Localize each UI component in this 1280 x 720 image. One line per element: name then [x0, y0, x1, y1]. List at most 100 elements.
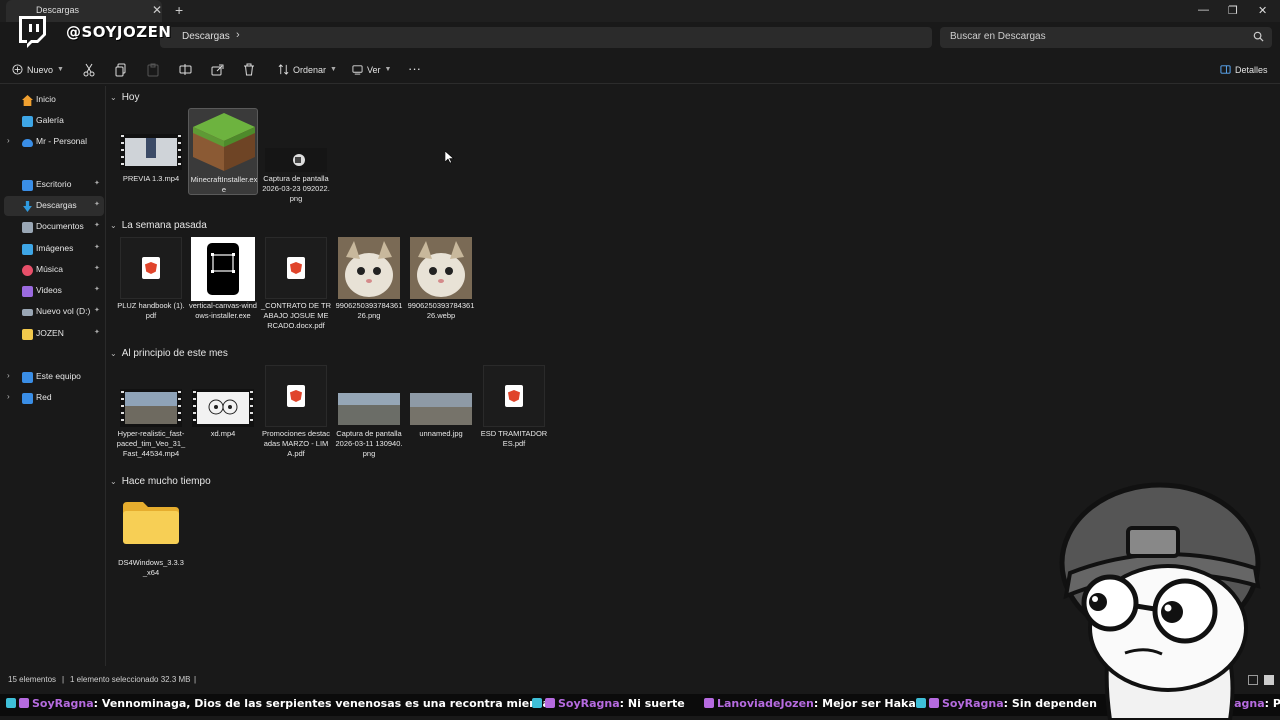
- file-name: ESD TRAMITADORES.pdf: [480, 429, 548, 448]
- chevron-down-icon[interactable]: ⌄: [110, 349, 117, 358]
- chevron-right-icon[interactable]: ›: [7, 392, 10, 401]
- file-name: xd.mp4: [210, 429, 236, 438]
- document-icon: [22, 222, 33, 233]
- pdf-icon: [479, 365, 549, 427]
- file-item[interactable]: PREVIA 1.3.mp4: [116, 108, 186, 194]
- sidebar-item-escritorio[interactable]: Escritorio ✦: [4, 175, 104, 195]
- search-input[interactable]: Buscar en Descargas: [950, 31, 1046, 42]
- chat-colon: :: [93, 697, 99, 710]
- sidebar-item-label: Galería: [36, 115, 64, 125]
- file-item[interactable]: vertical-canvas-windows-installer.exe: [188, 237, 258, 333]
- minimize-button[interactable]: —: [1198, 4, 1209, 16]
- new-button[interactable]: Nuevo ▼: [12, 64, 64, 75]
- chevron-down-icon[interactable]: ⌄: [110, 93, 117, 102]
- breadcrumb-descargas[interactable]: Descargas: [182, 31, 230, 42]
- pin-icon: ✦: [94, 265, 100, 272]
- sidebar-item-mr-personal[interactable]: › Mr - Personal: [4, 132, 104, 152]
- sub-badge-icon: [532, 698, 542, 708]
- sidebar-item-documentos[interactable]: Documentos ✦: [4, 217, 104, 237]
- group-header-hoy[interactable]: ⌄ Hoy: [110, 92, 140, 103]
- delete-icon[interactable]: [243, 63, 257, 77]
- command-bar: Nuevo ▼ Ordenar ▼ Ver ▼ ··· Detalles: [0, 58, 1280, 84]
- status-separator: |: [62, 675, 65, 684]
- sidebar-item-videos[interactable]: Videos ✦: [4, 281, 104, 301]
- file-name: 990625039378436126.png: [335, 301, 403, 320]
- group-title: Hoy: [121, 92, 140, 103]
- navigation-pane: Inicio Galería › Mr - Personal Escritori…: [0, 86, 106, 666]
- file-item[interactable]: MinecraftInstaller.exe: [188, 108, 258, 195]
- file-item[interactable]: unnamed.jpg: [406, 365, 476, 451]
- pin-icon: ✦: [94, 329, 100, 336]
- group-header-antiguo[interactable]: ⌄ Hace mucho tiempo: [110, 476, 211, 487]
- file-item[interactable]: Hyper-realistic_fast-paced_tim_Veo_31_Fa…: [116, 365, 186, 471]
- maximize-button[interactable]: ❐: [1228, 4, 1238, 17]
- group-title: Al principio de este mes: [121, 348, 228, 359]
- sidebar-item-label: Este equipo: [36, 371, 81, 381]
- breadcrumb-chevron-icon[interactable]: ›: [236, 29, 240, 41]
- close-button[interactable]: ✕: [1258, 4, 1267, 17]
- chat-message: SoyRagna: Vennominaga, Dios de las serpi…: [6, 697, 550, 710]
- paste-icon[interactable]: [147, 63, 161, 77]
- sidebar-item-red[interactable]: › Red: [4, 388, 104, 408]
- copy-icon[interactable]: [115, 63, 129, 77]
- file-item[interactable]: Captura de pantalla 2026-03-11 130940.pn…: [334, 365, 404, 471]
- chevron-down-icon: ▼: [57, 66, 64, 73]
- sidebar-item-inicio[interactable]: Inicio: [4, 90, 104, 110]
- more-options-button[interactable]: ···: [408, 61, 421, 76]
- file-item[interactable]: 990625039378436126.webp: [406, 237, 476, 323]
- file-item[interactable]: 990625039378436126.png: [334, 237, 404, 323]
- file-name: vertical-canvas-windows-installer.exe: [189, 301, 257, 320]
- pin-icon: ✦: [94, 286, 100, 293]
- sort-icon: [278, 64, 289, 75]
- group-header-mes[interactable]: ⌄ Al principio de este mes: [110, 348, 228, 359]
- chevron-down-icon: ▼: [330, 66, 337, 73]
- share-icon[interactable]: [211, 63, 225, 77]
- chevron-down-icon[interactable]: ⌄: [110, 221, 117, 230]
- new-button-label: Nuevo: [27, 64, 54, 75]
- file-item[interactable]: PLUZ handbook (1).pdf: [116, 237, 186, 323]
- view-icon: [352, 65, 363, 75]
- sidebar-item-jozen[interactable]: JOZEN ✦: [4, 324, 104, 344]
- details-button[interactable]: Detalles: [1220, 64, 1268, 75]
- sidebar-item-este-equipo[interactable]: › Este equipo: [4, 367, 104, 387]
- pdf-icon: [261, 237, 331, 299]
- file-item[interactable]: Promociones destacadas MARZO - LIMA.pdf: [261, 365, 331, 471]
- view-button[interactable]: Ver ▼: [352, 64, 391, 75]
- chevron-down-icon[interactable]: ⌄: [110, 477, 117, 486]
- sort-button[interactable]: Ordenar ▼: [278, 64, 337, 75]
- file-item[interactable]: ESD TRAMITADORES.pdf: [479, 365, 549, 461]
- file-item[interactable]: _CONTRATO DE TRABAJO JOSUE MERCADO.docx.…: [261, 237, 331, 343]
- chat-colon: :: [1003, 697, 1009, 710]
- cut-icon[interactable]: [83, 63, 97, 77]
- file-name: _CONTRATO DE TRABAJO JOSUE MERCADO.docx.…: [261, 301, 332, 330]
- search-icon[interactable]: [1253, 31, 1264, 45]
- group-title: La semana pasada: [121, 220, 207, 231]
- file-item[interactable]: Captura de pantalla 2026-03-23 092022.pn…: [261, 108, 331, 208]
- sidebar-item-label: Música: [36, 264, 63, 274]
- file-name: DS4Windows_3.3.3_x64: [118, 558, 184, 577]
- sidebar-item-nuevo-vol[interactable]: Nuevo vol (D:) ✦: [4, 302, 104, 322]
- cat-image-thumbnail: [334, 237, 404, 299]
- chevron-right-icon[interactable]: ›: [7, 136, 10, 145]
- sidebar-item-imagenes[interactable]: Imágenes ✦: [4, 239, 104, 259]
- video-thumbnail: [116, 134, 186, 170]
- chevron-down-icon: ▼: [384, 66, 392, 73]
- pdf-icon: [116, 237, 186, 299]
- image-thumbnail: [334, 393, 404, 425]
- sidebar-item-label: JOZEN: [36, 328, 64, 338]
- kick-badge-icon: [19, 698, 29, 708]
- sidebar-item-galeria[interactable]: Galería: [4, 111, 104, 131]
- search-box[interactable]: Buscar en Descargas: [940, 27, 1272, 48]
- rename-icon[interactable]: [179, 63, 193, 77]
- group-header-semana[interactable]: ⌄ La semana pasada: [110, 220, 207, 231]
- sidebar-item-descargas[interactable]: Descargas ✦: [4, 196, 104, 216]
- new-tab-button[interactable]: +: [175, 2, 183, 18]
- file-item[interactable]: xd.mp4: [188, 365, 258, 451]
- file-item[interactable]: DS4Windows_3.3.3_x64: [116, 494, 186, 580]
- sidebar-item-musica[interactable]: Música ✦: [4, 260, 104, 280]
- sidebar-item-label: Red: [36, 392, 52, 402]
- address-bar[interactable]: › Descargas ›: [160, 27, 932, 48]
- sidebar-item-label: Mr - Personal: [36, 136, 88, 146]
- chat-text: Ni suerte: [627, 697, 685, 710]
- chevron-right-icon[interactable]: ›: [7, 371, 10, 380]
